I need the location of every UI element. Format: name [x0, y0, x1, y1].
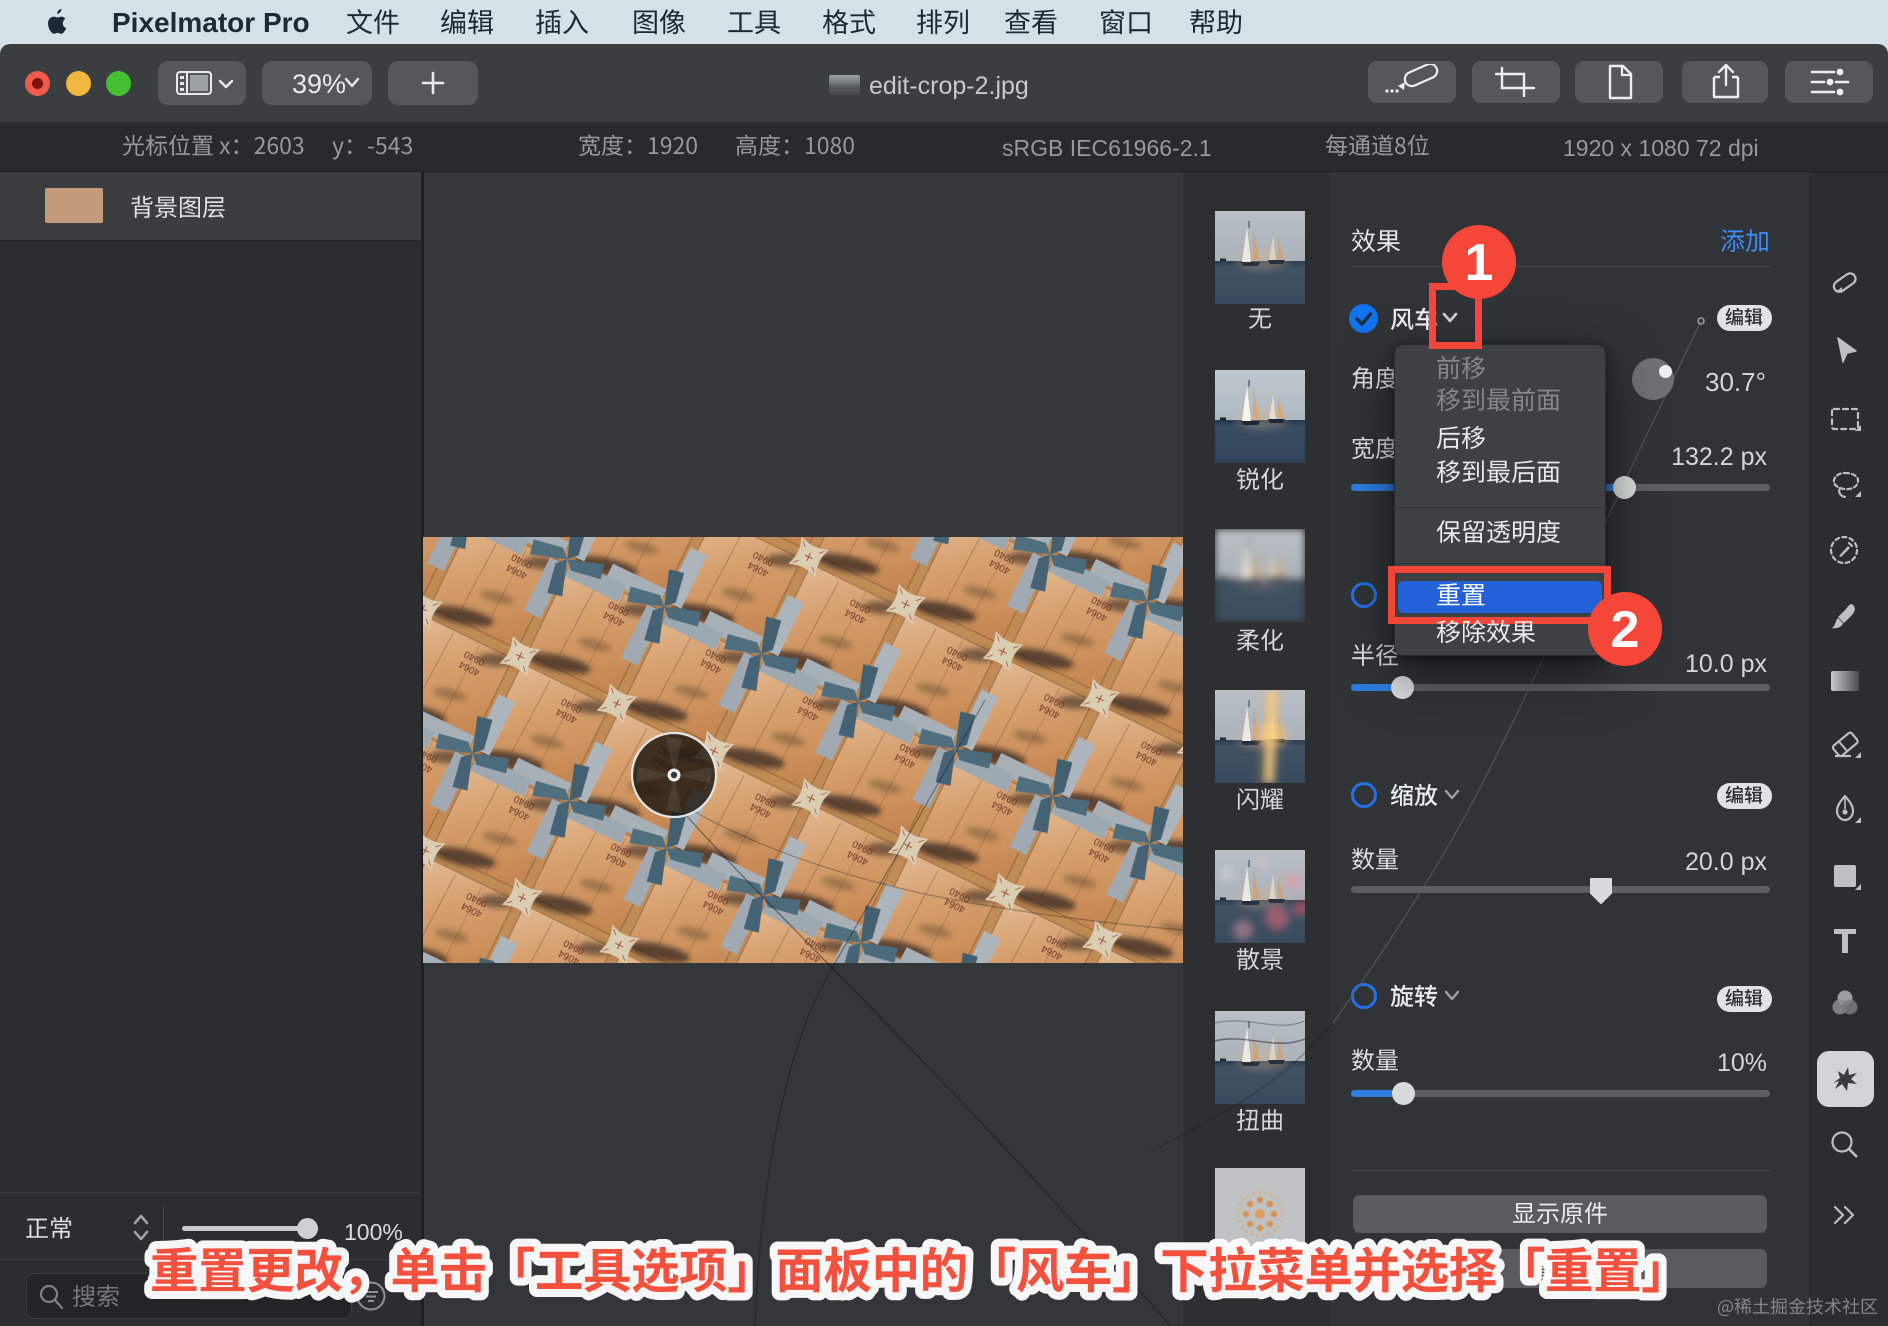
svg-text:1: 1 — [1465, 234, 1494, 292]
svg-text:2: 2 — [1611, 601, 1640, 659]
